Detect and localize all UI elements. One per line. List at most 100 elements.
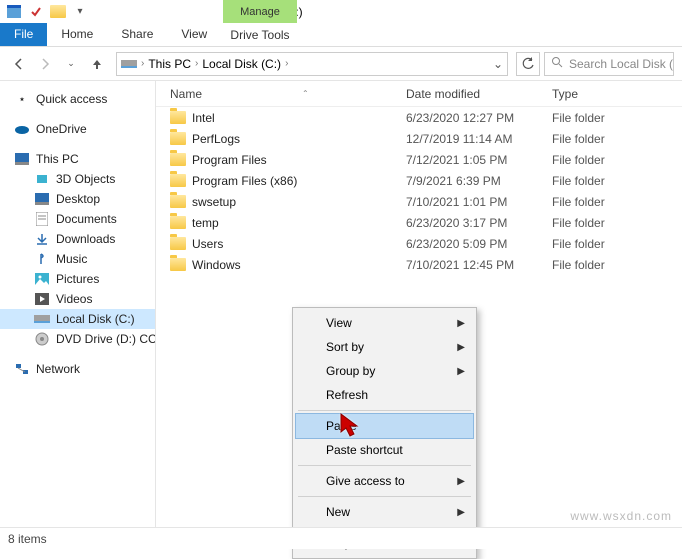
file-date: 6/23/2020 3:17 PM [406, 216, 546, 230]
file-date: 7/12/2021 1:05 PM [406, 153, 546, 167]
file-row[interactable]: temp6/23/2020 3:17 PMFile folder [156, 212, 682, 233]
file-row[interactable]: Program Files7/12/2021 1:05 PMFile folde… [156, 149, 682, 170]
column-type[interactable]: Type [546, 87, 682, 101]
file-row[interactable]: Users6/23/2020 5:09 PMFile folder [156, 233, 682, 254]
cm-group-by[interactable]: Group by▶ [296, 359, 473, 383]
chevron-right-icon: ▶ [457, 476, 465, 487]
nav-quick-access[interactable]: ⋆ Quick access [0, 89, 155, 109]
file-date: 12/7/2019 11:14 AM [406, 132, 546, 146]
context-tab-header: Manage [223, 0, 297, 23]
breadcrumb-location[interactable]: Local Disk (C:) [202, 57, 281, 71]
chevron-right-icon[interactable]: › [195, 58, 198, 69]
cm-separator [298, 410, 471, 411]
cm-new[interactable]: New▶ [296, 500, 473, 524]
cm-view[interactable]: View▶ [296, 311, 473, 335]
quick-access-toolbar: ▾ [0, 1, 94, 23]
back-button[interactable] [8, 53, 30, 75]
nav-item-local-disk-c-[interactable]: Local Disk (C:) [0, 309, 155, 329]
tab-view[interactable]: View [167, 23, 221, 46]
nav-network[interactable]: Network [0, 359, 155, 379]
nav-item-music[interactable]: Music [0, 249, 155, 269]
column-name[interactable]: Name⌃ [156, 87, 406, 101]
nav-item-downloads[interactable]: Downloads [0, 229, 155, 249]
search-input[interactable]: Search Local Disk (C:) [544, 52, 674, 76]
status-bar: 8 items [0, 527, 682, 549]
file-row[interactable]: PerfLogs12/7/2019 11:14 AMFile folder [156, 128, 682, 149]
file-row[interactable]: Program Files (x86)7/9/2021 6:39 PMFile … [156, 170, 682, 191]
star-icon: ⋆ [14, 91, 30, 107]
file-row[interactable]: Windows7/10/2021 12:45 PMFile folder [156, 254, 682, 275]
file-name: swsetup [192, 195, 236, 209]
folder-icon [170, 195, 186, 208]
cm-sort-by[interactable]: Sort by▶ [296, 335, 473, 359]
navigation-pane: ⋆ Quick access OneDrive This PC 3D Objec… [0, 81, 156, 533]
address-bar-row: ⌄ › This PC › Local Disk (C:) › ⌄ Search… [0, 47, 682, 81]
chevron-down-icon[interactable]: ⌄ [493, 57, 503, 71]
cm-paste-shortcut[interactable]: Paste shortcut [296, 438, 473, 462]
tab-share[interactable]: Share [107, 23, 167, 46]
up-button[interactable] [86, 53, 108, 75]
tab-file[interactable]: File [0, 23, 47, 46]
sort-indicator-icon: ⌃ [302, 89, 309, 98]
nav-item-3d-objects[interactable]: 3D Objects [0, 169, 155, 189]
drive-icon [34, 311, 50, 327]
forward-button[interactable] [34, 53, 56, 75]
desktop-icon [34, 191, 50, 207]
pictures-icon [34, 271, 50, 287]
nav-label: Network [36, 362, 80, 376]
nav-label: This PC [36, 152, 79, 166]
breadcrumb-this-pc[interactable]: This PC [148, 57, 191, 71]
explorer-icon[interactable] [4, 3, 24, 21]
refresh-button[interactable] [516, 52, 540, 76]
qa-folder-icon[interactable] [48, 3, 68, 21]
cm-give-access[interactable]: Give access to▶ [296, 469, 473, 493]
tab-drive-tools[interactable]: Drive Tools [223, 23, 297, 47]
file-type: File folder [546, 111, 682, 125]
folder-icon [170, 132, 186, 145]
file-date: 7/9/2021 6:39 PM [406, 174, 546, 188]
file-date: 7/10/2021 12:45 PM [406, 258, 546, 272]
nav-label: Music [56, 252, 87, 266]
cm-refresh[interactable]: Refresh [296, 383, 473, 407]
file-type: File folder [546, 237, 682, 251]
nav-item-videos[interactable]: Videos [0, 289, 155, 309]
nav-label: Quick access [36, 92, 107, 106]
folder-icon [170, 111, 186, 124]
file-date: 7/10/2021 1:01 PM [406, 195, 546, 209]
title-bar: ▾ Manage Local Disk (C:) [0, 0, 682, 23]
file-name: Intel [192, 111, 215, 125]
cm-paste[interactable]: Paste [296, 414, 473, 438]
chevron-right-icon[interactable]: › [141, 58, 144, 69]
nav-label: Documents [56, 212, 117, 226]
chevron-right-icon[interactable]: › [285, 58, 288, 69]
breadcrumb[interactable]: › This PC › Local Disk (C:) › ⌄ [116, 52, 508, 76]
network-icon [14, 361, 30, 377]
nav-label: 3D Objects [56, 172, 115, 186]
column-date[interactable]: Date modified [406, 87, 546, 101]
nav-item-dvd-drive-d-ccsa[interactable]: DVD Drive (D:) CCSA [0, 329, 155, 349]
cloud-icon [14, 121, 30, 137]
context-menu: View▶ Sort by▶ Group by▶ Refresh Paste P… [292, 307, 477, 559]
folder-icon [170, 174, 186, 187]
tab-home[interactable]: Home [47, 23, 107, 46]
nav-item-desktop[interactable]: Desktop [0, 189, 155, 209]
file-name: Program Files [192, 153, 267, 167]
file-row[interactable]: Intel6/23/2020 12:27 PMFile folder [156, 107, 682, 128]
recent-dropdown-icon[interactable]: ⌄ [60, 53, 82, 75]
file-name: PerfLogs [192, 132, 240, 146]
qa-overflow-icon[interactable]: ▾ [70, 3, 90, 21]
nav-onedrive[interactable]: OneDrive [0, 119, 155, 139]
file-name: Program Files (x86) [192, 174, 297, 188]
nav-item-pictures[interactable]: Pictures [0, 269, 155, 289]
nav-item-documents[interactable]: Documents [0, 209, 155, 229]
nav-this-pc[interactable]: This PC [0, 149, 155, 169]
cm-separator [298, 465, 471, 466]
file-row[interactable]: swsetup7/10/2021 1:01 PMFile folder [156, 191, 682, 212]
folder-icon [170, 258, 186, 271]
properties-icon[interactable] [26, 3, 46, 21]
ribbon-tabs: File Home Share View Drive Tools [0, 23, 682, 47]
watermark: www.wsxdn.com [570, 509, 672, 523]
file-name: Windows [192, 258, 241, 272]
column-headers: Name⌃ Date modified Type [156, 81, 682, 107]
nav-label: Videos [56, 292, 92, 306]
